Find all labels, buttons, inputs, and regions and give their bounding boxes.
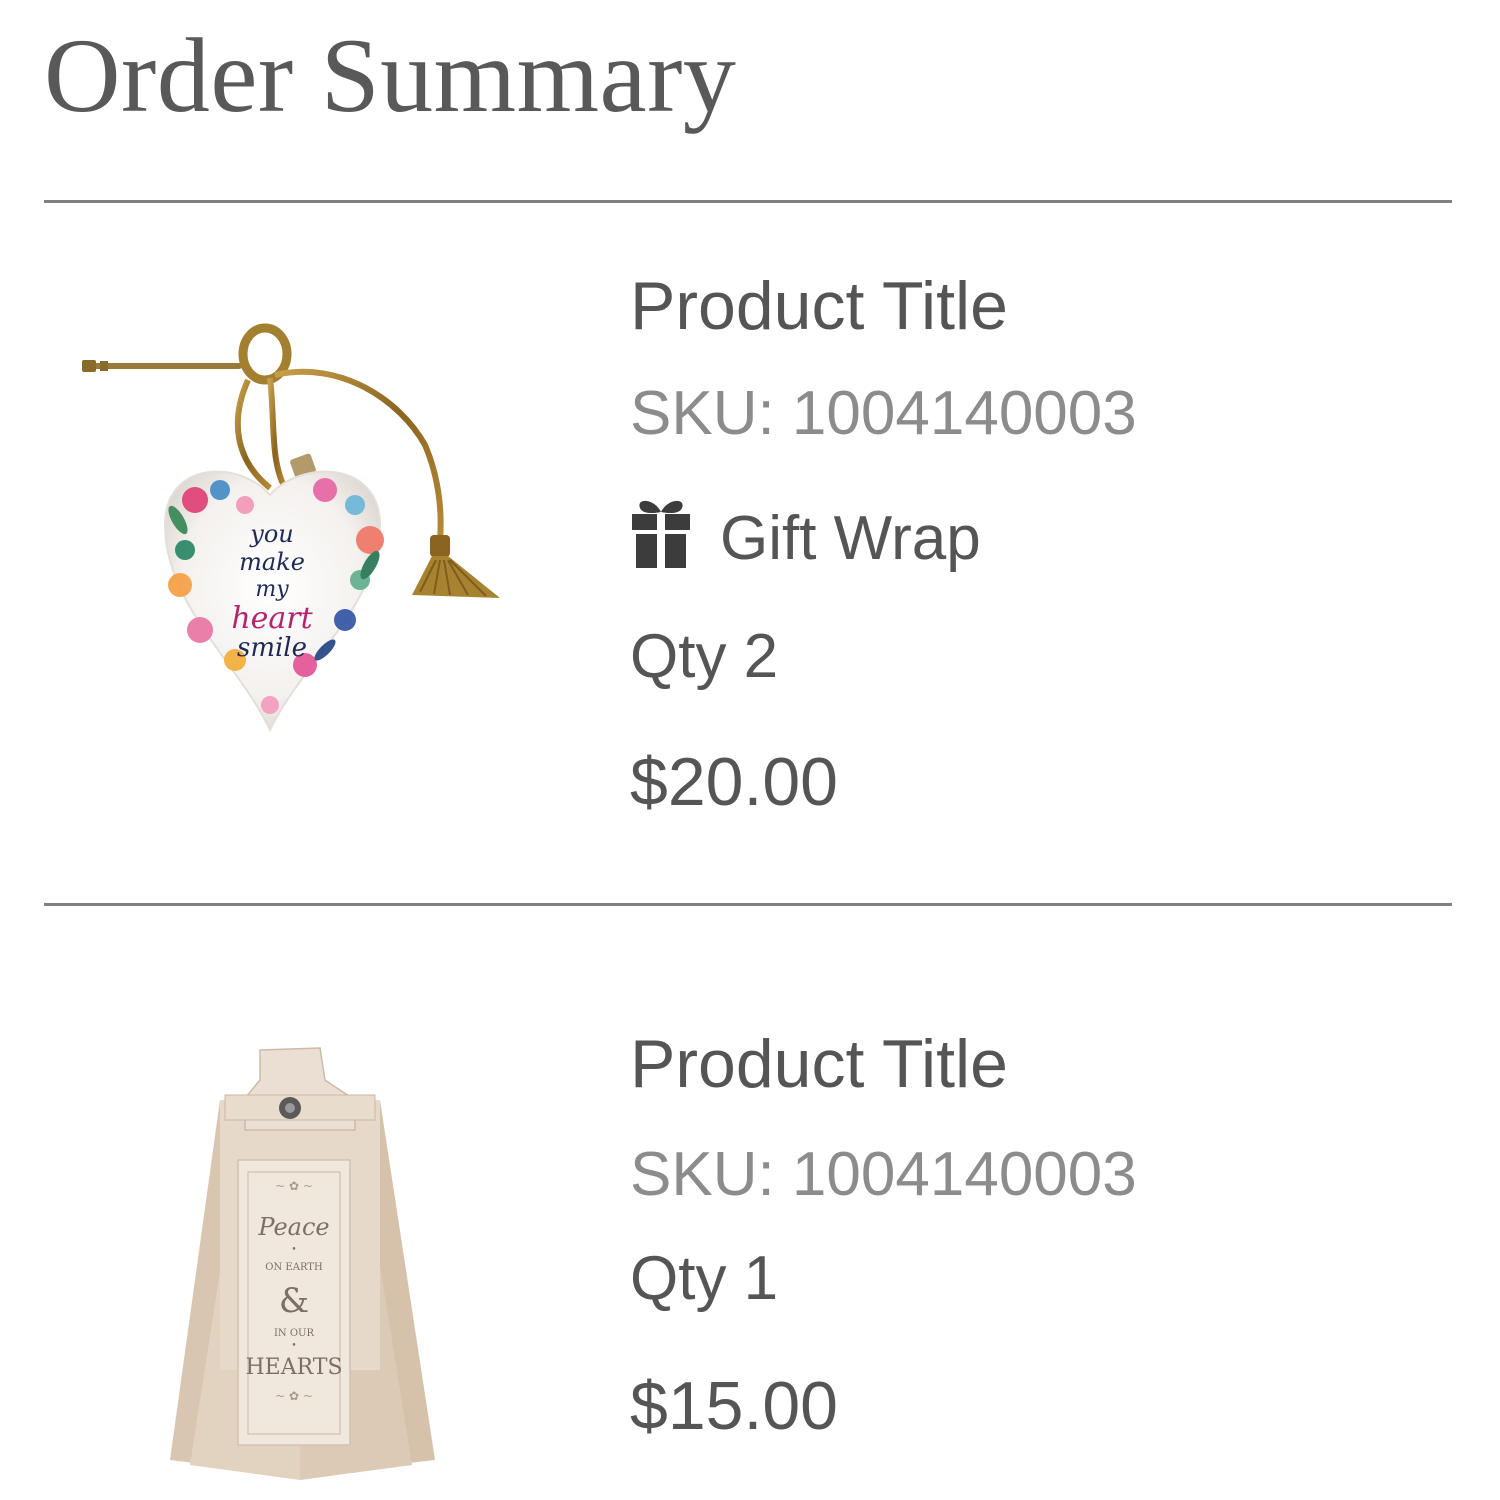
divider: [44, 903, 1452, 906]
gift-wrap-row: Gift Wrap: [630, 494, 981, 576]
product-qty: Qty 2: [630, 622, 779, 691]
product-title[interactable]: Product Title: [630, 266, 1008, 346]
product-title[interactable]: Product Title: [630, 1024, 1008, 1104]
svg-text:heart: heart: [231, 601, 313, 636]
svg-text:•: •: [291, 1245, 296, 1255]
svg-text:IN OUR: IN OUR: [274, 1328, 315, 1339]
svg-text:smile: smile: [237, 633, 307, 663]
tassel-ornament-image[interactable]: ~ ✿ ~ Peace • ON EARTH & IN OUR • HEARTS…: [150, 1040, 450, 1485]
svg-text:you: you: [249, 520, 293, 548]
product-price: $15.00: [630, 1368, 838, 1444]
svg-text:my: my: [255, 577, 289, 602]
svg-text:ON EARTH: ON EARTH: [265, 1262, 323, 1273]
gift-wrap-label: Gift Wrap: [720, 504, 981, 573]
svg-text:•: •: [291, 1341, 296, 1351]
divider: [44, 200, 1452, 203]
product-sku: SKU: 1004140003: [630, 1140, 1137, 1209]
svg-text:make: make: [239, 548, 305, 576]
page-title: Order Summary: [44, 17, 737, 134]
svg-text:HEARTS: HEARTS: [245, 1355, 342, 1380]
gift-icon: [632, 500, 690, 568]
product-sku: SKU: 1004140003: [630, 379, 1137, 448]
heart-ornament-image[interactable]: you make my heart smile: [70, 320, 510, 750]
product-price: $20.00: [630, 744, 838, 820]
svg-text:~ ✿ ~: ~ ✿ ~: [275, 1389, 313, 1403]
product-qty: Qty 1: [630, 1244, 779, 1313]
svg-text:&: &: [279, 1281, 309, 1321]
svg-text:Peace: Peace: [257, 1213, 329, 1241]
svg-text:~ ✿ ~: ~ ✿ ~: [275, 1179, 313, 1193]
